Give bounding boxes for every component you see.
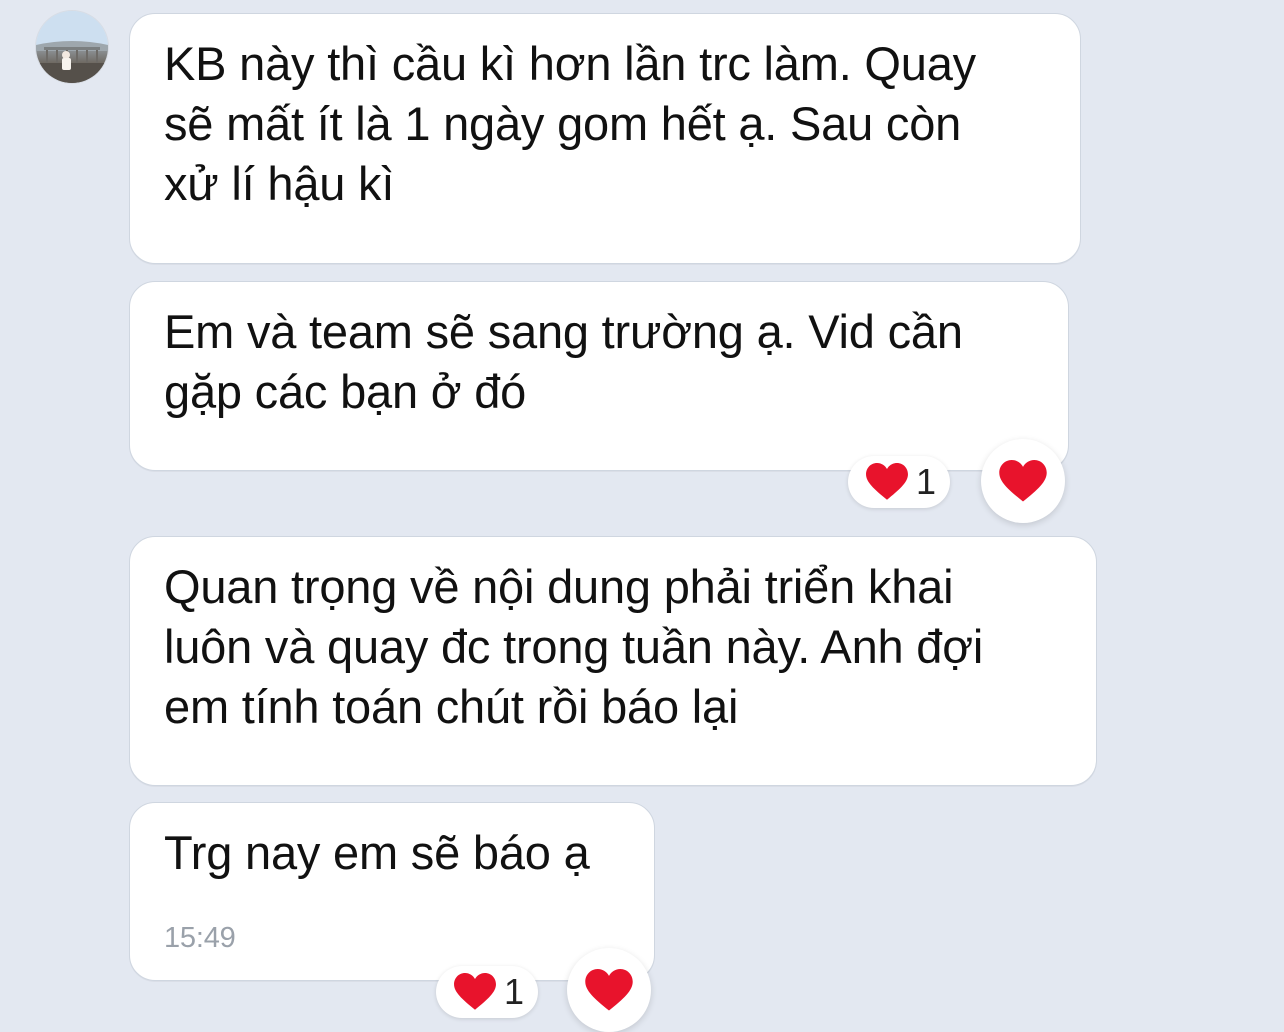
message-text: Quan trọng về nội dung phải triển khai l… [164,560,984,733]
reaction-summary[interactable]: 1 [436,966,539,1018]
reaction-count: 1 [916,461,937,502]
message-timestamp: 15:49 [164,922,236,954]
avatar-photo [36,11,108,83]
heart-icon [585,968,633,1012]
message-bubble[interactable]: KB này thì cầu kì hơn lần trc làm. Quay … [129,13,1081,264]
heart-icon [454,973,496,1011]
message-text: Trg nay em sẽ báo ạ [164,826,590,879]
message-bubble[interactable]: Trg nay em sẽ báo ạ 15:49 [129,802,655,981]
message-bubble[interactable]: Em và team sẽ sang trường ạ. Vid cần gặp… [129,281,1069,471]
reaction-count: 1 [504,971,525,1012]
reaction-summary[interactable]: 1 [848,456,951,508]
message-bubble[interactable]: Quan trọng về nội dung phải triển khai l… [129,536,1097,786]
heart-icon [866,463,908,501]
react-button[interactable] [567,948,651,1032]
avatar[interactable] [36,11,108,83]
message-text: KB này thì cầu kì hơn lần trc làm. Quay … [164,37,976,210]
heart-icon [999,459,1047,503]
message-text: Em và team sẽ sang trường ạ. Vid cần gặp… [164,305,963,418]
react-button[interactable] [981,439,1065,523]
